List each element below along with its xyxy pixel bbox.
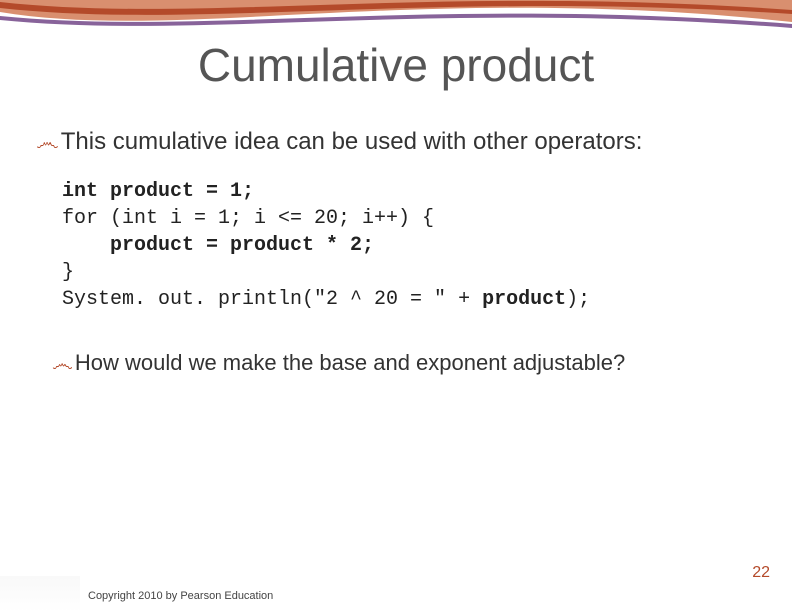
bullet-icon: ෴ bbox=[36, 128, 59, 156]
header-swoosh bbox=[0, 0, 792, 40]
slide-title: Cumulative product bbox=[0, 38, 792, 92]
bullet-main: ෴ This cumulative idea can be used with … bbox=[36, 128, 642, 157]
code-l3: product = product * 2; bbox=[110, 234, 374, 257]
bullet-sub-text: How would we make the base and exponent … bbox=[75, 350, 625, 376]
copyright-text: Copyright 2010 by Pearson Education bbox=[88, 590, 273, 602]
code-l4: } bbox=[62, 261, 74, 284]
code-l3-indent bbox=[62, 234, 110, 257]
bullet-main-text: This cumulative idea can be used with ot… bbox=[61, 128, 643, 157]
code-block: int product = 1; for (int i = 1; i <= 20… bbox=[62, 178, 590, 313]
page-number: 22 bbox=[752, 564, 770, 582]
code-l5c: ); bbox=[566, 288, 590, 311]
code-l1: int product = 1; bbox=[62, 180, 254, 203]
code-l5b: product bbox=[482, 288, 566, 311]
bullet-sub: ෴ How would we make the base and exponen… bbox=[52, 350, 625, 376]
corner-decoration bbox=[0, 576, 80, 612]
code-l5a: System. out. println("2 ^ 20 = " + bbox=[62, 288, 482, 311]
code-l2: for (int i = 1; i <= 20; i++) { bbox=[62, 207, 434, 230]
bullet-icon: ෴ bbox=[52, 350, 73, 376]
